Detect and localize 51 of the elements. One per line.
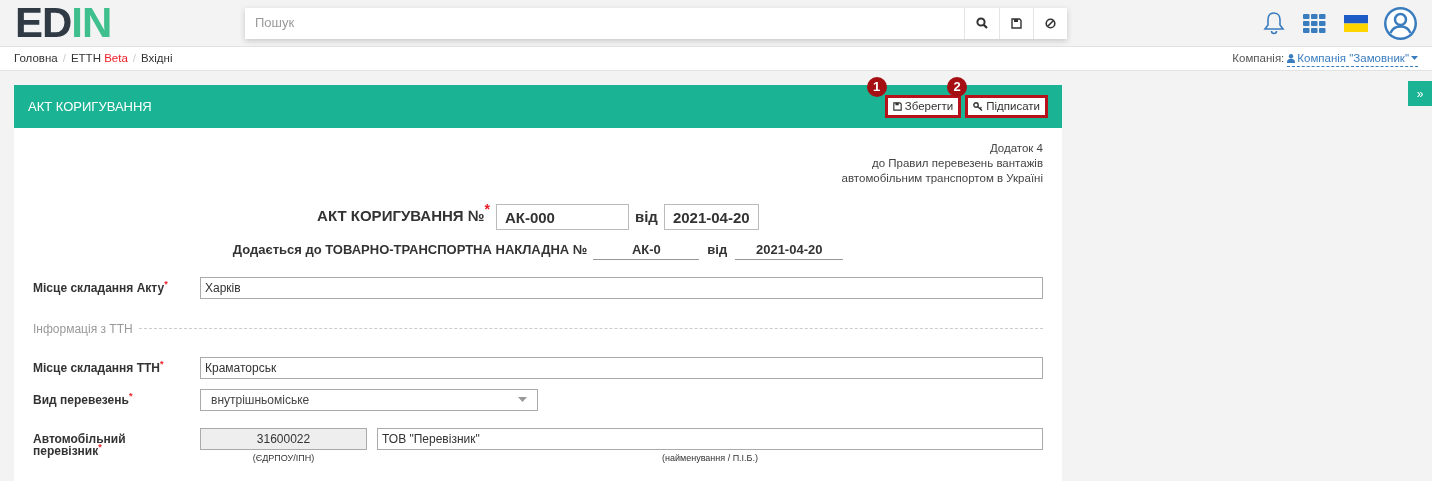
annex-note: автомобільним транспортом в Україні [840, 171, 1043, 186]
separator: / [62, 50, 66, 66]
logo[interactable]: EDIN [15, 2, 245, 44]
annex-note: Додаток 4 [988, 141, 1043, 156]
section-label: Інформація з ТТН [33, 320, 133, 338]
company-dropdown[interactable]: Компанія "Замовник" [1287, 50, 1418, 67]
annex-note: до Правил перевезень вантажів [870, 156, 1043, 171]
field-caption: (найменування / П.І.Б.) [661, 451, 758, 465]
waybill-date: 2021-04-20 [735, 240, 844, 260]
save-button[interactable] [999, 7, 1033, 39]
attached-label: Додається до ТОВАРНО-ТРАНСПОРТНА НАКЛАДНА № [232, 241, 588, 259]
field-caption: (ЄДРПОУ/ІПН) [252, 451, 315, 465]
save-button[interactable]: Зберегти [884, 95, 962, 118]
date-label: від [634, 206, 658, 227]
transport-type-select[interactable]: внутрішньоміське [200, 388, 538, 411]
save-icon [892, 102, 902, 111]
breadcrumb-link[interactable]: Головна [14, 49, 58, 68]
clear-button[interactable] [1033, 7, 1067, 39]
user-icon [1287, 53, 1296, 63]
waybill-number: АК-0 [593, 240, 700, 260]
search-icon [976, 17, 988, 29]
callout-badge: 2 [947, 77, 968, 97]
carrier-name-field[interactable]: ТОВ "Перевізник" [377, 427, 1043, 450]
separator: / [132, 50, 136, 66]
search-field[interactable]: Пошук [245, 7, 964, 39]
field-label: Автомобільний перевізник$^{*}$ [33, 432, 127, 457]
save-icon [1011, 17, 1022, 29]
date-label: від [706, 241, 729, 259]
company-label: Компанія: [1232, 50, 1285, 66]
ban-icon [1045, 17, 1056, 29]
carrier-code-field[interactable]: 31600022 [200, 427, 367, 450]
callout-badge: 1 [866, 77, 887, 97]
apps-grid-icon[interactable] [1303, 13, 1326, 33]
breadcrumb-link[interactable]: ЕТТН Beta [70, 49, 128, 68]
caret-icon [1411, 56, 1418, 60]
text-field[interactable]: Краматорськ [200, 356, 1043, 379]
key-icon [973, 102, 984, 111]
field-label: Вид перевезень$^{*}$ [33, 393, 134, 406]
sign-button[interactable]: Підписати [965, 95, 1048, 118]
bell-icon[interactable] [1263, 11, 1285, 35]
search-button[interactable] [964, 7, 999, 39]
caret-icon [518, 397, 527, 402]
avatar-icon[interactable] [1384, 6, 1417, 40]
act-date-field[interactable]: 2021-04-20 [663, 204, 759, 230]
field-label: Місце складання ТТН$^{*}$ [33, 361, 165, 374]
act-number-field[interactable]: АК-000 [495, 204, 629, 230]
flag-icon[interactable] [1344, 14, 1368, 32]
field-label: Місце складання Акту$^{*}$ [33, 281, 169, 294]
breadcrumb-link[interactable]: Вхідні [141, 49, 173, 68]
card-title: АКТ КОРИГУВАННЯ [28, 97, 153, 116]
text-field[interactable]: Харків [200, 276, 1043, 299]
